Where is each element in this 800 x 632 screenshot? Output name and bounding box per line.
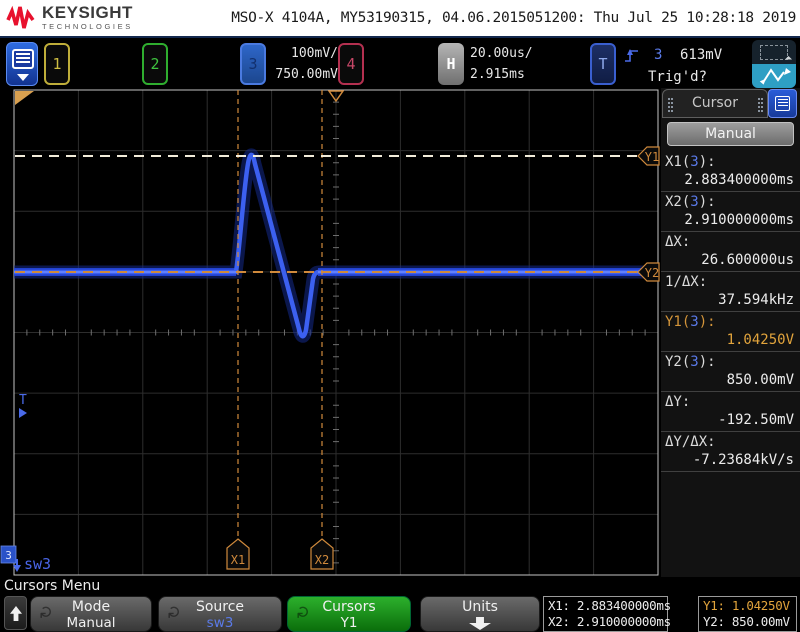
trigger-source: 3: [654, 47, 663, 63]
header: KEYSIGHT TECHNOLOGIES MSO-X 4104A, MY531…: [0, 0, 800, 36]
cursor-row-slope: ΔY/ΔX: -7.23684kV/s: [661, 432, 800, 472]
rising-edge-icon: [625, 49, 638, 62]
cursor-row-inv-dx: 1/ΔX: 37.594kHz: [661, 272, 800, 312]
keysight-spark-icon: [6, 5, 35, 29]
cursor-row-dy: ΔY: -192.50mV: [661, 392, 800, 432]
knob-rotate-icon: ↻: [294, 604, 315, 620]
softkey-mode[interactable]: ↻ Mode Manual: [30, 596, 152, 632]
softkey-bar: Cursors Menu ↻ Mode Manual ↻ Source sw3 …: [0, 577, 800, 632]
cursor-sidebar: Cursor Manual X1(3): 2.883400000ms X2(3)…: [661, 88, 800, 577]
x-cursor-readout: X1: 2.883400000ms X2: 2.910000000ms: [543, 596, 671, 632]
x1-cursor-tag[interactable]: X1: [226, 538, 250, 570]
cursor-row-y2: Y2(3): 850.00mV: [661, 352, 800, 392]
pointer-arrow-icon: [784, 55, 793, 64]
touch-gesture-button[interactable]: [752, 64, 796, 88]
softkey-units[interactable]: Units: [420, 596, 540, 632]
up-arrow-icon: [10, 606, 22, 621]
cursor-row-x1: X1(3): 2.883400000ms: [661, 152, 800, 192]
brand-subtitle: TECHNOLOGIES: [42, 21, 133, 31]
knob-rotate-icon: ↻: [37, 604, 58, 620]
trace-source-label: sw3: [24, 555, 51, 573]
waveform-display[interactable]: Y1 Y2 X1 X2 T 3 sw3: [0, 88, 660, 577]
brand-name: KEYSIGHT: [42, 2, 133, 22]
trigger-level: 613mV: [680, 47, 723, 63]
horizontal-key-button[interactable]: H: [438, 43, 464, 85]
cursor-mode-button[interactable]: Manual: [667, 122, 794, 146]
channel-3-offset: 750.00mV: [275, 67, 338, 82]
caret-down-icon: [17, 74, 29, 81]
y1-cursor-tag[interactable]: Y1: [637, 146, 660, 166]
channel-3-button[interactable]: 3: [240, 43, 266, 85]
instrument-title: MSO-X 4104A, MY53190315, 04.06.201505120…: [231, 10, 796, 26]
main-area: Y1 Y2 X1 X2 T 3 sw3 Cursor Manual X1(3):…: [0, 88, 800, 577]
channel-4-button[interactable]: 4: [338, 43, 364, 85]
sidebar-tab[interactable]: Cursor: [662, 89, 768, 118]
hamburger-menu-icon: [12, 49, 34, 69]
timebase-delay: 2.915ms: [470, 67, 525, 82]
graticule-grid: [14, 90, 658, 575]
menu-title: Cursors Menu: [4, 578, 101, 594]
knob-rotate-icon: ↻: [165, 604, 186, 620]
status-bar: 1 2 3 100mV/750.00mV 4 H 20.00us/2.915ms…: [0, 36, 800, 88]
channel-3-scale: 100mV/: [291, 46, 338, 61]
trigger-status: Trig'd?: [648, 69, 708, 85]
svg-text:X2: X2: [315, 553, 329, 567]
hamburger-menu-icon: [775, 96, 790, 111]
channel-3-ground-marker[interactable]: 3: [0, 545, 21, 572]
softkey-cursors[interactable]: ↻ Cursors Y1: [287, 596, 411, 632]
cursor-row-x2: X2(3): 2.910000000ms: [661, 192, 800, 232]
svg-text:X1: X1: [231, 553, 245, 567]
down-arrow-icon: [469, 617, 491, 630]
trigger-level-marker[interactable]: T: [19, 393, 27, 418]
timebase-scale: 20.00us/: [470, 46, 533, 61]
waveform-drag-icon: [759, 68, 791, 85]
channel-2-button[interactable]: 2: [142, 43, 168, 85]
channel-1-button[interactable]: 1: [44, 43, 70, 85]
keysight-logo: KEYSIGHT TECHNOLOGIES: [6, 3, 133, 31]
svg-text:Y2: Y2: [645, 266, 659, 280]
reference-corner-marker: [15, 91, 34, 105]
softkey-source[interactable]: ↻ Source sw3: [158, 596, 282, 632]
sidebar-title: Cursor: [691, 95, 739, 111]
svg-text:T: T: [19, 393, 27, 408]
drag-handle-icon: [758, 98, 760, 100]
timebase-readout: 20.00us/2.915ms: [470, 43, 533, 85]
back-button[interactable]: [4, 596, 27, 630]
y-cursor-readout: Y1: 1.04250V Y2: 850.00mV: [698, 596, 797, 632]
trigger-key-button[interactable]: T: [590, 43, 616, 85]
channel-3-settings: 100mV/750.00mV: [266, 43, 338, 85]
corner-tool-buttons[interactable]: [752, 40, 796, 88]
sidebar-menu-button[interactable]: [768, 89, 797, 118]
main-menu-button[interactable]: [6, 42, 38, 86]
svg-text:3: 3: [5, 549, 12, 562]
x2-cursor-tag[interactable]: X2: [310, 538, 334, 570]
cursor-row-dx: ΔX: 26.600000us: [661, 232, 800, 272]
region-select-icon: [760, 45, 788, 60]
svg-text:Y1: Y1: [645, 150, 659, 164]
oscilloscope-screen: KEYSIGHT TECHNOLOGIES MSO-X 4104A, MY531…: [0, 0, 800, 632]
cursor-row-y1: Y1(3): 1.04250V: [661, 312, 800, 352]
